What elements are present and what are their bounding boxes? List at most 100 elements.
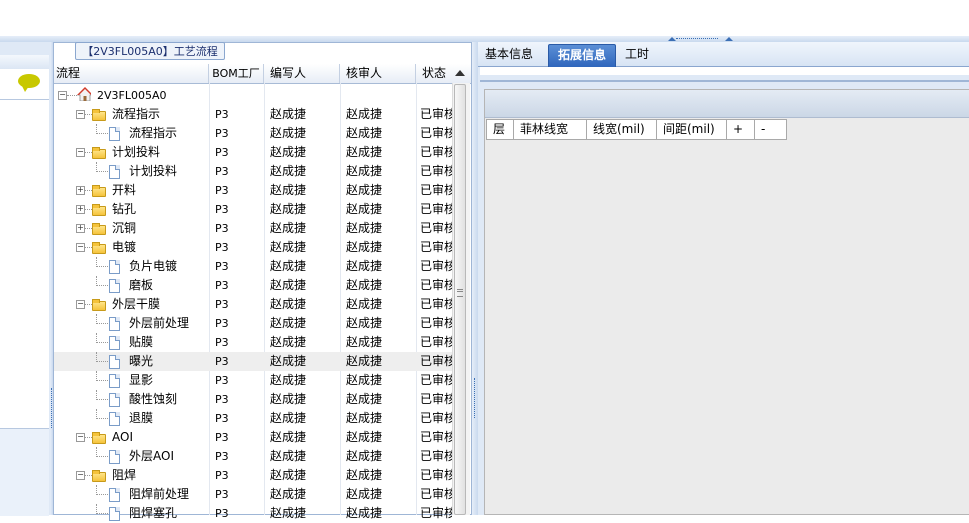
tree-row[interactable]: 酸性蚀刻 P3 赵成捷 赵成捷 已审核 — [54, 390, 452, 409]
tree-row[interactable]: − 计划投料 P3 赵成捷 赵成捷 已审核 — [54, 143, 452, 162]
collapse-node-icon[interactable]: − — [76, 471, 85, 480]
reviewer-cell: 赵成捷 — [346, 240, 383, 254]
left-splitter-grip[interactable] — [51, 388, 52, 428]
tree-node-label[interactable]: 外层干膜 — [112, 295, 160, 314]
collapse-up-icon[interactable] — [725, 37, 733, 41]
grid-column-film-line-width[interactable]: 菲林线宽 — [514, 120, 587, 139]
bom-factory-cell: P3 — [215, 127, 229, 140]
expand-node-icon[interactable]: + — [76, 205, 85, 214]
tree-row[interactable]: 负片电镀 P3 赵成捷 赵成捷 已审核 — [54, 257, 452, 276]
tree-node-label[interactable]: 开料 — [112, 181, 136, 200]
tree-row[interactable]: 外层前处理 P3 赵成捷 赵成捷 已审核 — [54, 314, 452, 333]
tree-row[interactable]: − 电镀 P3 赵成捷 赵成捷 已审核 — [54, 238, 452, 257]
tree-node-label[interactable]: 贴膜 — [129, 333, 153, 352]
column-header-status[interactable]: 状态 — [416, 64, 454, 83]
tree-node-label[interactable]: 曝光 — [129, 352, 153, 371]
grid-column-spacing[interactable]: 间距(mil) — [657, 120, 727, 139]
collapse-node-icon[interactable]: − — [76, 433, 85, 442]
tree-row[interactable]: 曝光 P3 赵成捷 赵成捷 已审核 — [54, 352, 452, 371]
bom-factory-cell: P3 — [215, 336, 229, 349]
tree-row[interactable]: 显影 P3 赵成捷 赵成捷 已审核 — [54, 371, 452, 390]
tree-node-label[interactable]: 阻焊前处理 — [129, 485, 189, 504]
detail-separator — [480, 80, 969, 82]
column-header-bom-factory[interactable]: BOM工厂 — [209, 64, 264, 83]
bom-factory-cell: P3 — [215, 222, 229, 235]
tree-node-label[interactable]: 负片电镀 — [129, 257, 177, 276]
grid-column-line-width[interactable]: 线宽(mil) — [587, 120, 657, 139]
tree-row[interactable]: 外层AOI P3 赵成捷 赵成捷 已审核 — [54, 447, 452, 466]
bom-factory-cell: P3 — [215, 393, 229, 406]
top-blank-area — [0, 0, 969, 36]
reviewer-cell: 赵成捷 — [346, 430, 383, 444]
writer-cell: 赵成捷 — [270, 259, 307, 273]
tree-node-label[interactable]: 流程指示 — [112, 105, 160, 124]
tree-row[interactable]: − 外层干膜 P3 赵成捷 赵成捷 已审核 — [54, 295, 452, 314]
tree-row[interactable]: + 沉铜 P3 赵成捷 赵成捷 已审核 — [54, 219, 452, 238]
tree-row[interactable]: 计划投料 P3 赵成捷 赵成捷 已审核 — [54, 162, 452, 181]
tree-row[interactable]: 阻焊塞孔 P3 赵成捷 赵成捷 已审核 — [54, 504, 452, 523]
tree-node-label[interactable]: 阻焊塞孔 — [129, 504, 177, 523]
add-row-button[interactable]: + — [727, 120, 755, 139]
top-splitter-grip[interactable] — [676, 38, 718, 41]
tree-node-label[interactable]: 计划投料 — [112, 143, 160, 162]
tree-row[interactable]: − 阻焊 P3 赵成捷 赵成捷 已审核 — [54, 466, 452, 485]
tree-node-label[interactable]: 外层前处理 — [129, 314, 189, 333]
tab-work-hours[interactable]: 工时 — [618, 44, 656, 66]
remove-row-button[interactable]: - — [755, 120, 786, 139]
tree-row[interactable]: − 流程指示 P3 赵成捷 赵成捷 已审核 — [54, 105, 452, 124]
collapse-node-icon[interactable]: − — [76, 110, 85, 119]
tree-node-label[interactable]: 外层AOI — [129, 447, 174, 466]
status-cell: 已审核 — [420, 126, 452, 140]
extended-info-container — [484, 89, 969, 515]
collapse-up-icon[interactable] — [668, 37, 676, 41]
tree-row[interactable]: 阻焊前处理 P3 赵成捷 赵成捷 已审核 — [54, 485, 452, 504]
writer-cell: 赵成捷 — [270, 278, 307, 292]
tree-connector-line — [85, 114, 92, 115]
tree-node-label[interactable]: 阻焊 — [112, 466, 136, 485]
sort-ascending-icon[interactable] — [455, 70, 465, 76]
grid-column-layer[interactable]: 层 — [487, 120, 514, 139]
tree-node-label[interactable]: 电镀 — [112, 238, 136, 257]
tree-row[interactable]: 退膜 P3 赵成捷 赵成捷 已审核 — [54, 409, 452, 428]
column-header-writer[interactable]: 编写人 — [264, 64, 340, 83]
collapse-node-icon[interactable]: − — [76, 243, 85, 252]
reviewer-cell: 赵成捷 — [346, 354, 383, 368]
tree-node-label[interactable]: 钻孔 — [112, 200, 136, 219]
expand-node-icon[interactable]: + — [76, 186, 85, 195]
tree-node-label[interactable]: 酸性蚀刻 — [129, 390, 177, 409]
right-splitter-grip[interactable] — [474, 378, 475, 418]
tree-connector-line — [85, 475, 92, 476]
reviewer-cell — [346, 86, 416, 105]
tree-node-label[interactable]: 显影 — [129, 371, 153, 390]
bom-factory-cell: P3 — [215, 203, 229, 216]
tab-extended-info[interactable]: 拓展信息 — [548, 44, 616, 67]
collapse-node-icon[interactable]: − — [58, 91, 67, 100]
tree-node-label[interactable]: 退膜 — [129, 409, 153, 428]
expand-node-icon[interactable]: + — [76, 224, 85, 233]
tree-connector-line — [96, 456, 108, 457]
tree-scrollbar-thumb[interactable] — [454, 84, 466, 515]
tree-row[interactable]: + 开料 P3 赵成捷 赵成捷 已审核 — [54, 181, 452, 200]
tree-node-label[interactable]: 沉铜 — [112, 219, 136, 238]
tree-node-label[interactable]: 磨板 — [129, 276, 153, 295]
tree-row[interactable]: 贴膜 P3 赵成捷 赵成捷 已审核 — [54, 333, 452, 352]
tree-node-label[interactable]: AOI — [112, 428, 133, 447]
tab-basic-info[interactable]: 基本信息 — [480, 44, 538, 66]
tree-row[interactable]: 流程指示 P3 赵成捷 赵成捷 已审核 — [54, 124, 452, 143]
status-cell: 已审核 — [420, 297, 452, 311]
collapse-node-icon[interactable]: − — [76, 148, 85, 157]
tree-row[interactable]: − 2V3FL005A0 — [54, 86, 452, 105]
tree-row[interactable]: 磨板 P3 赵成捷 赵成捷 已审核 — [54, 276, 452, 295]
writer-cell: 赵成捷 — [270, 126, 307, 140]
column-header-process[interactable]: 流程 — [54, 64, 209, 83]
collapse-node-icon[interactable]: − — [76, 300, 85, 309]
tree-node-label[interactable]: 流程指示 — [129, 124, 177, 143]
tree-row[interactable]: + 钻孔 P3 赵成捷 赵成捷 已审核 — [54, 200, 452, 219]
status-cell: 已审核 — [420, 506, 452, 520]
document-icon — [109, 165, 120, 179]
tree-node-label[interactable]: 2V3FL005A0 — [97, 86, 167, 105]
tree-row[interactable]: − AOI P3 赵成捷 赵成捷 已审核 — [54, 428, 452, 447]
column-header-reviewer[interactable]: 核审人 — [340, 64, 416, 83]
reviewer-cell: 赵成捷 — [346, 259, 383, 273]
tree-node-label[interactable]: 计划投料 — [129, 162, 177, 181]
